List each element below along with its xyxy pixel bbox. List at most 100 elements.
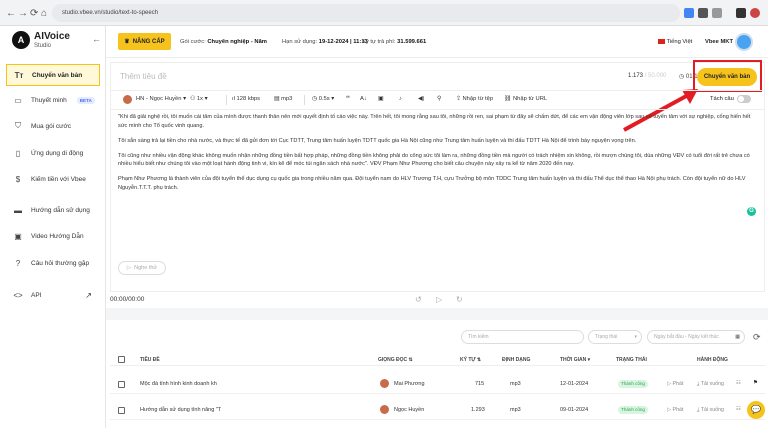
forward-icon[interactable]: → bbox=[18, 8, 28, 19]
more-icon[interactable]: ☷ bbox=[736, 380, 741, 386]
column-header[interactable]: THỜI GIAN ▾ bbox=[560, 357, 590, 363]
paid-chars-info: Ký tự trả phí: 31.599.661 bbox=[362, 39, 427, 45]
extension-icon[interactable] bbox=[698, 8, 708, 18]
sidebar-item-label: Hướng dẫn sử dụng bbox=[31, 206, 90, 214]
external-link-icon[interactable]: ↗ bbox=[85, 291, 92, 300]
paragraph: Tôi sẵn sàng trả lại tiền cho nhà nước, … bbox=[118, 137, 637, 144]
pause-selector[interactable]: ◷ 0.5s ▾ bbox=[312, 96, 334, 102]
search-input[interactable]: Tìm kiếm bbox=[461, 330, 584, 344]
help-icon: ? bbox=[15, 258, 21, 268]
column-header[interactable]: KÝ TỰ ⇅ bbox=[460, 357, 481, 363]
row-title[interactable]: Mộc đá tính hình kinh doanh kh bbox=[140, 381, 217, 387]
sidebar-item-label: Câu hỏi thường gặp bbox=[31, 259, 90, 267]
home-icon[interactable]: ⌂ bbox=[41, 8, 47, 19]
voice-selector[interactable]: HN - Ngọc Huyền ▾ bbox=[136, 96, 186, 102]
sidebar-item-api[interactable]: <> API ↗ bbox=[6, 284, 100, 306]
reload-icon[interactable]: ⟳ bbox=[30, 8, 38, 19]
row-checkbox[interactable] bbox=[118, 381, 125, 388]
sidebar-item-label: Mua gói cước bbox=[31, 122, 72, 130]
title-input[interactable]: Thêm tiêu đề bbox=[120, 72, 167, 81]
video-guide-icon: ▣ bbox=[14, 231, 22, 241]
rewind-icon[interactable]: ↺ bbox=[415, 295, 422, 304]
sidebar-item-label: Thuyết minh bbox=[31, 96, 67, 104]
chevron-down-icon: ▾ bbox=[204, 96, 208, 102]
sidebar-item-label: API bbox=[31, 291, 42, 299]
upgrade-button[interactable]: ♛ NÂNG CẤP bbox=[118, 33, 171, 50]
chat-support-icon[interactable]: 💬 bbox=[747, 401, 765, 419]
row-time: 12-01-2024 bbox=[560, 381, 589, 387]
format-selector[interactable]: ▤ mp3 bbox=[274, 96, 292, 102]
sidebar-item-label: Ứng dụng di động bbox=[31, 149, 84, 157]
extension-puzzle-icon[interactable] bbox=[712, 8, 722, 18]
select-all-checkbox[interactable] bbox=[118, 356, 125, 363]
sidebar-item-mobile-app[interactable]: ▯ Ứng dụng di động bbox=[6, 142, 100, 164]
music-icon[interactable]: ♪ bbox=[399, 96, 402, 102]
date-range-filter[interactable]: Ngày bắt đầu - Ngày kết thúc ▦ bbox=[647, 330, 745, 344]
row-time: 09-01-2024 bbox=[560, 407, 589, 413]
more-icon[interactable]: ☷ bbox=[736, 406, 741, 412]
sidebar-item-label: Video Hướng Dẫn bbox=[31, 232, 84, 240]
avatar[interactable] bbox=[735, 33, 753, 51]
separator bbox=[106, 308, 768, 320]
calendar-icon: ▦ bbox=[735, 334, 740, 340]
clock-icon: ◷ bbox=[312, 96, 318, 102]
crown-icon: ♛ bbox=[124, 39, 130, 45]
quote-icon[interactable]: ❛❛ bbox=[346, 96, 350, 102]
row-format: mp3 bbox=[510, 407, 521, 413]
paragraph: Phạm Như Phương là thành viên của đội tu… bbox=[118, 176, 746, 192]
abbreviation-icon[interactable]: A↓ bbox=[360, 96, 367, 102]
volume-icon[interactable]: ◀) bbox=[418, 96, 424, 102]
folder-icon: ▬ bbox=[14, 205, 22, 215]
collapse-sidebar-icon[interactable]: ← bbox=[92, 34, 101, 44]
row-title[interactable]: Hướng dẫn sử dụng tính năng "T bbox=[140, 407, 221, 413]
import-url-button[interactable]: ⛓ Nhập từ URL bbox=[504, 96, 547, 102]
expiry-info: Hạn sử dụng: 19-12-2024 | 11:13 bbox=[282, 39, 368, 45]
brand-name: AIVoice bbox=[34, 31, 70, 42]
highlight-box bbox=[693, 60, 762, 92]
import-file-button[interactable]: ⇪ Nhập từ tệp bbox=[456, 96, 493, 102]
play-button[interactable]: ▷ Phát bbox=[667, 407, 683, 413]
play-icon[interactable]: ▷ bbox=[436, 295, 442, 304]
column-header: TIÊU ĐỀ bbox=[140, 357, 160, 363]
sidebar-item-faq[interactable]: ? Câu hỏi thường gặp bbox=[6, 252, 100, 274]
logo-icon: A bbox=[12, 31, 30, 49]
listen-button[interactable]: ▷ Nghe thử bbox=[118, 261, 166, 275]
forward-icon[interactable]: ↻ bbox=[456, 295, 463, 304]
refresh-icon[interactable]: ⟳ bbox=[753, 332, 761, 343]
column-header: HÀNH ĐỘNG bbox=[697, 357, 728, 363]
brand-sub: Studio bbox=[34, 43, 52, 49]
language-selector[interactable]: Tiếng Việt bbox=[658, 39, 692, 45]
play-button[interactable]: ▷ Phát bbox=[667, 381, 683, 387]
row-checkbox[interactable] bbox=[118, 407, 125, 414]
grammarly-icon[interactable]: G bbox=[747, 207, 756, 216]
back-icon[interactable]: ← bbox=[6, 8, 16, 19]
extension-translate-icon[interactable] bbox=[684, 8, 694, 18]
address-bar[interactable]: studio.vbee.vn/studio/text-to-speech bbox=[52, 4, 680, 22]
split-sentence-toggle[interactable] bbox=[737, 95, 751, 103]
sidebar-item-dubbing[interactable]: ▭ Thuyết minh BETA bbox=[6, 89, 100, 111]
speed-selector[interactable]: ⚇ 1x ▾ bbox=[190, 96, 208, 102]
text-content[interactable]: "Khi đã giải nghệ rồi, tôi muốn cái tâm … bbox=[118, 113, 758, 199]
voice-avatar bbox=[380, 379, 389, 388]
user-name[interactable]: Vbee MKT bbox=[705, 39, 733, 45]
bitrate-selector[interactable]: ıl 128 kbps bbox=[232, 96, 260, 102]
profile-icon[interactable] bbox=[750, 8, 760, 18]
sidebar-item-guide[interactable]: ▬ Hướng dẫn sử dụng bbox=[6, 199, 100, 221]
status-badge: Thành công bbox=[618, 380, 648, 388]
search-icon[interactable]: ⚲ bbox=[437, 96, 441, 102]
row-chars: 715 bbox=[475, 381, 485, 387]
table-header bbox=[110, 352, 765, 366]
sidebar-item-earn[interactable]: $ Kiếm tiền với Vbee bbox=[6, 168, 100, 190]
sidebar-item-text-to-speech[interactable]: Tт Chuyển văn bản bbox=[6, 64, 100, 86]
download-button[interactable]: ⤓ Tải xuống bbox=[697, 381, 724, 388]
status-filter[interactable]: Trạng thái ▾ bbox=[588, 330, 642, 344]
sidebar-item-video-guide[interactable]: ▣ Video Hướng Dẫn bbox=[6, 225, 100, 247]
flag-icon[interactable]: ⚑ bbox=[753, 380, 758, 386]
column-header[interactable]: GIỌNG ĐỌC ⇅ bbox=[378, 357, 413, 363]
download-button[interactable]: ⤓ Tải xuống bbox=[697, 407, 724, 414]
dictionary-icon[interactable]: ▣ bbox=[378, 96, 383, 102]
cart-icon: ⛉ bbox=[15, 121, 21, 130]
sidebar-item-buy-package[interactable]: ⛉ Mua gói cước bbox=[6, 115, 100, 137]
sidebar-item-label: Chuyển văn bản bbox=[32, 71, 83, 79]
split-view-icon[interactable] bbox=[736, 8, 746, 18]
